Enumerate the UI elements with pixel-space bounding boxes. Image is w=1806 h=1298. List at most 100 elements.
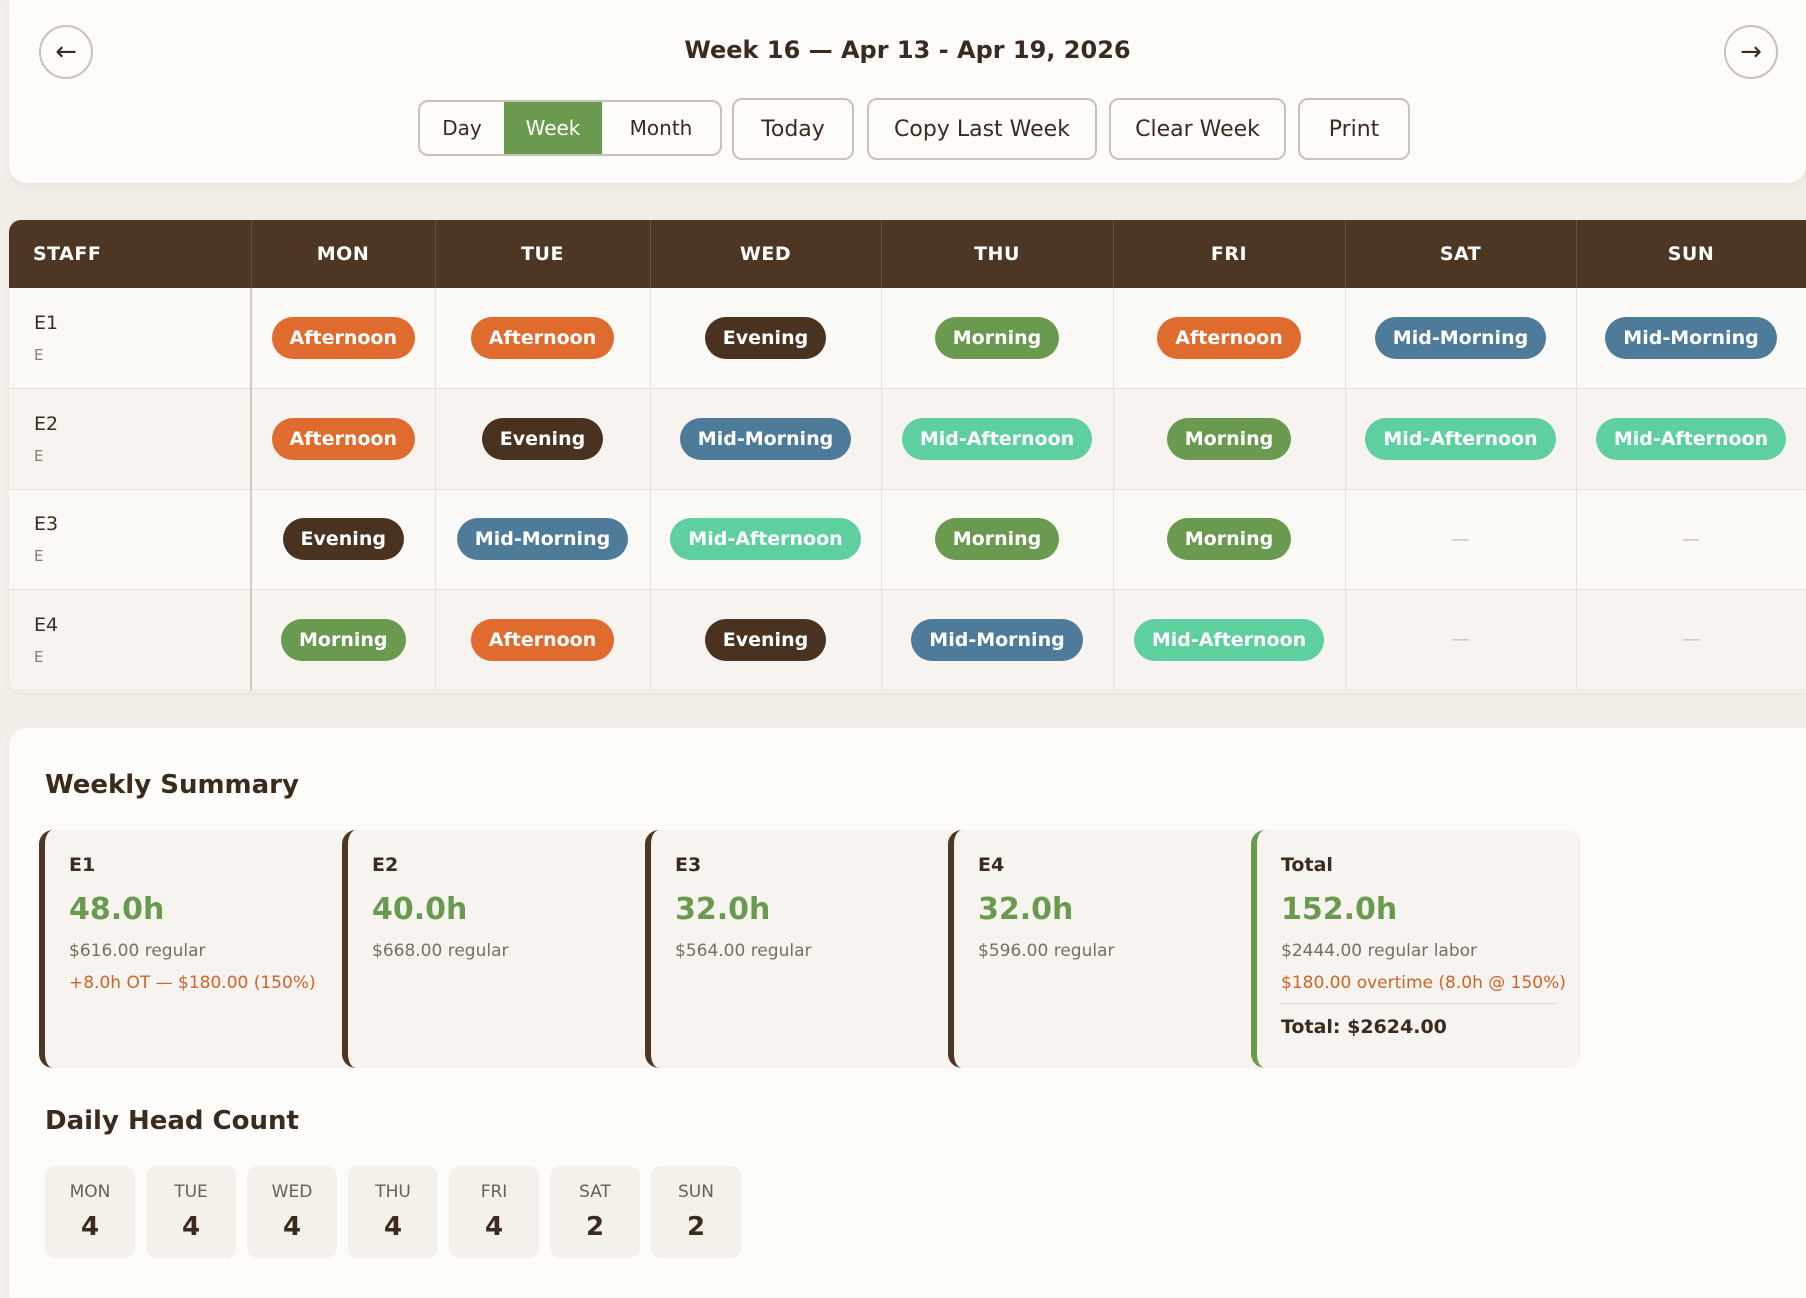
head-count-value: 4: [282, 1212, 302, 1242]
shift-cell[interactable]: Evening: [435, 388, 651, 490]
shift-pill-morning[interactable]: Morning: [934, 518, 1060, 561]
shift-cell[interactable]: Evening: [650, 589, 882, 691]
shift-pill-mid-afternoon[interactable]: Mid-Afternoon: [670, 518, 861, 561]
employee-regular-pay: $596.00 regular: [978, 941, 1115, 961]
shift-pill-mid-morning[interactable]: Mid-Morning: [1374, 317, 1547, 359]
shift-cell[interactable]: Mid-Morning: [881, 589, 1114, 691]
employee-hours: 32.0h: [675, 892, 771, 927]
shift-cell[interactable]: Mid-Afternoon: [650, 489, 882, 590]
day-header-mon: MON: [251, 220, 436, 288]
shift-pill-mid-afternoon[interactable]: Mid-Afternoon: [901, 417, 1093, 460]
shift-cell[interactable]: Mid-Morning: [650, 388, 882, 490]
staff-row: E3 E Evening Mid-Morning Mid-Afternoon Mornin…: [9, 489, 1806, 590]
shift-cell[interactable]: Mid-Afternoon: [1113, 589, 1346, 691]
employee-name: E4: [978, 854, 1005, 876]
staff-name: E4: [34, 613, 59, 636]
shift-pill-evening[interactable]: Evening: [704, 317, 827, 359]
shift-pill-mid-afternoon[interactable]: Mid-Afternoon: [1595, 417, 1787, 460]
shift-cell[interactable]: Afternoon: [251, 288, 436, 389]
shift-cell[interactable]: Morning: [881, 489, 1114, 590]
shift-pill-afternoon[interactable]: Afternoon: [271, 417, 415, 460]
employee-summary-card: E4 32.0h $596.00 regular: [948, 830, 1277, 1068]
shift-cell[interactable]: Afternoon: [1113, 288, 1346, 389]
shift-pill-mid-morning[interactable]: Mid-Morning: [679, 417, 852, 460]
shift-cell[interactable]: Evening: [650, 288, 882, 389]
shift-pill-afternoon[interactable]: Afternoon: [271, 317, 415, 359]
shift-cell[interactable]: Mid-Morning: [1576, 288, 1806, 389]
staff-name: E3: [34, 513, 59, 536]
employee-name: E2: [372, 854, 399, 876]
view-week-button[interactable]: Week: [504, 102, 602, 154]
shift-cell[interactable]: Mid-Afternoon: [881, 388, 1114, 490]
staff-column-header: STAFF: [9, 220, 252, 288]
shift-cell[interactable]: Morning: [1113, 388, 1346, 490]
day-header-sun: SUN: [1576, 220, 1806, 288]
shift-cell[interactable]: —: [1576, 589, 1806, 691]
shift-cell[interactable]: Afternoon: [435, 288, 651, 389]
shift-cell[interactable]: Mid-Morning: [435, 489, 651, 590]
arrow-right-icon: →: [1740, 37, 1762, 67]
employee-hours: 32.0h: [978, 892, 1074, 927]
shift-cell[interactable]: Mid-Afternoon: [1576, 388, 1806, 490]
employee-summary-card: E1 48.0h $616.00 regular +8.0h OT — $180.00…: [39, 830, 368, 1068]
toolbar-actions: Day Week Month Today Copy Last Week Clea…: [9, 98, 1806, 160]
shift-pill-afternoon[interactable]: Afternoon: [470, 618, 615, 661]
view-switcher: Day Week Month: [418, 100, 722, 156]
view-month-button[interactable]: Month: [602, 102, 720, 154]
total-hours: 152.0h: [1281, 892, 1398, 927]
shift-cell[interactable]: Morning: [1113, 489, 1346, 590]
shift-cell[interactable]: —: [1345, 589, 1577, 691]
staff-role: E: [34, 547, 44, 566]
head-count-fri: FRI 4: [449, 1166, 539, 1258]
day-header-thu: THU: [881, 220, 1114, 288]
view-day-button[interactable]: Day: [420, 102, 504, 154]
shift-cell[interactable]: —: [1345, 489, 1577, 590]
shift-pill-mid-morning[interactable]: Mid-Morning: [1605, 317, 1777, 359]
empty-shift-marker: —: [1682, 629, 1700, 651]
shift-pill-mid-afternoon[interactable]: Mid-Afternoon: [1365, 417, 1556, 460]
shift-cell[interactable]: —: [1576, 489, 1806, 590]
shift-pill-afternoon[interactable]: Afternoon: [1157, 317, 1301, 359]
shift-pill-afternoon[interactable]: Afternoon: [470, 317, 615, 359]
shift-pill-mid-morning[interactable]: Mid-Morning: [911, 618, 1083, 661]
employee-summary-card: E3 32.0h $564.00 regular: [645, 830, 974, 1068]
day-header-sat: SAT: [1345, 220, 1577, 288]
clear-week-button[interactable]: Clear Week: [1109, 98, 1286, 160]
print-button[interactable]: Print: [1298, 98, 1410, 160]
shift-cell[interactable]: Morning: [881, 288, 1114, 389]
head-count-day: MON: [69, 1182, 111, 1202]
next-week-button[interactable]: →: [1724, 25, 1778, 79]
shift-pill-evening[interactable]: Evening: [704, 618, 827, 661]
shift-cell[interactable]: Afternoon: [435, 589, 651, 691]
grand-total: Total: $2624.00: [1281, 1016, 1447, 1038]
head-count-sun: SUN 2: [651, 1166, 741, 1258]
today-button[interactable]: Today: [732, 98, 854, 160]
shift-pill-mid-morning[interactable]: Mid-Morning: [456, 518, 629, 561]
shift-cell[interactable]: Mid-Morning: [1345, 288, 1577, 389]
shift-pill-evening[interactable]: Evening: [282, 518, 404, 561]
shift-pill-morning[interactable]: Morning: [1166, 417, 1292, 460]
shift-pill-morning[interactable]: Morning: [1166, 518, 1292, 561]
empty-shift-marker: —: [1682, 528, 1700, 550]
staff-row: E2 E Afternoon Evening Mid-Morning Mid-Aftern…: [9, 388, 1806, 490]
staff-role: E: [34, 446, 44, 465]
schedule-table: STAFF MON TUE WED THU FRI SAT SUN E1 E Afternoon…: [9, 220, 1806, 691]
shift-pill-evening[interactable]: Evening: [481, 417, 604, 460]
shift-cell[interactable]: Afternoon: [251, 388, 436, 490]
head-count-day: THU: [375, 1182, 411, 1202]
shift-cell[interactable]: Evening: [251, 489, 436, 590]
shift-pill-morning[interactable]: Morning: [281, 618, 406, 661]
head-count-tue: TUE 4: [146, 1166, 236, 1258]
shift-pill-mid-afternoon[interactable]: Mid-Afternoon: [1133, 618, 1325, 661]
copy-last-week-button[interactable]: Copy Last Week: [867, 98, 1097, 160]
head-count-thu: THU 4: [348, 1166, 438, 1258]
shift-cell[interactable]: Morning: [251, 589, 436, 691]
daily-head-count-heading: Daily Head Count: [45, 1106, 299, 1136]
day-header-fri: FRI: [1113, 220, 1346, 288]
empty-shift-marker: —: [1451, 528, 1470, 550]
shift-pill-morning[interactable]: Morning: [934, 317, 1060, 359]
staff-role: E: [34, 346, 44, 364]
head-count-value: 4: [484, 1212, 504, 1242]
employee-regular-pay: $564.00 regular: [675, 941, 812, 961]
shift-cell[interactable]: Mid-Afternoon: [1345, 388, 1577, 490]
